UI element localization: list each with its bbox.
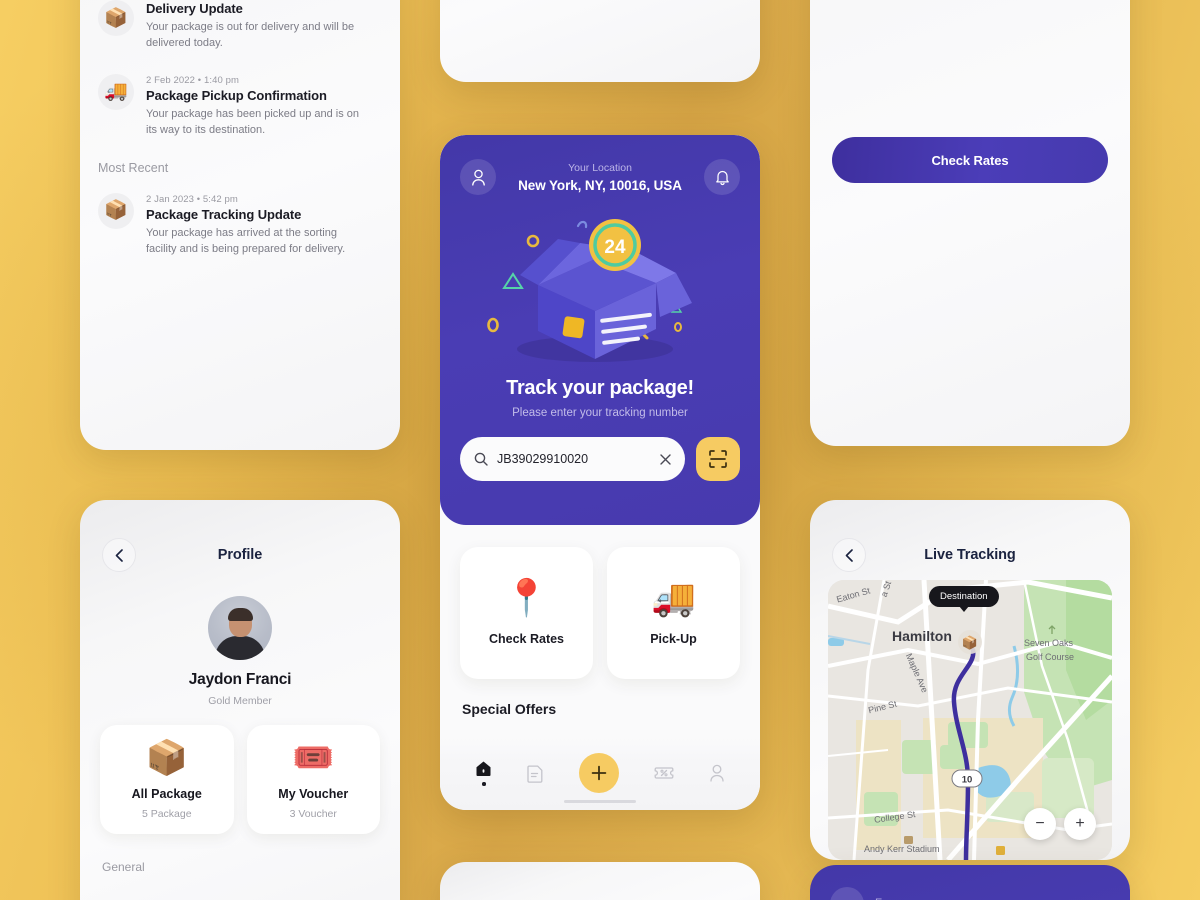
- tile-subtitle: 3 Voucher: [289, 808, 337, 820]
- notification-item[interactable]: 📦 2 Jan 2023 • 5:42 pm Package Tracking …: [98, 192, 382, 258]
- hero-subheading: Please enter your tracking number: [512, 407, 688, 419]
- general-section-label: General: [102, 860, 145, 874]
- svg-text:24: 24: [604, 237, 626, 258]
- bell-icon: [715, 170, 729, 185]
- package-box-icon: 📦: [98, 0, 134, 36]
- location-display[interactable]: Your Location New York, NY, 10016, USA: [496, 162, 704, 193]
- right-column: 52 East 98th Street, New… Drop Off - Poi…: [810, 0, 1130, 900]
- tab-home[interactable]: [475, 760, 492, 786]
- delivery-truck-icon: 🚚: [98, 73, 134, 110]
- map-place-label: Golf Course: [1026, 652, 1075, 662]
- profile-button[interactable]: [460, 159, 496, 195]
- membership-badge: Gold Member: [208, 695, 272, 707]
- scan-qr-button[interactable]: [696, 437, 740, 481]
- tab-vouchers[interactable]: [654, 765, 674, 781]
- notification-item[interactable]: 📦 Delivery Update Your package is out fo…: [98, 0, 382, 52]
- package-box-icon: 📦: [145, 739, 188, 777]
- back-button[interactable]: [832, 538, 866, 572]
- notification-description: Your package has arrived at the sorting …: [146, 226, 346, 255]
- tile-subtitle: 5 Package: [141, 808, 192, 820]
- profile-card: Profile Jaydon Franci Gold Member 📦 All …: [80, 500, 400, 900]
- live-tracking-header: Live Tracking: [810, 500, 1130, 574]
- map-place-label: Seven Oaks: [1024, 638, 1074, 648]
- zoom-in-button[interactable]: +: [1064, 808, 1096, 840]
- tracking-home-card: Your Location New York, NY, 10016, USA 2…: [440, 135, 760, 810]
- voucher-icon: [654, 767, 674, 779]
- notification-timestamp: 2 Feb 2022 • 1:40 pm: [146, 74, 239, 86]
- tracking-hero: Your Location New York, NY, 10016, USA 2…: [440, 135, 760, 525]
- live-tracking-card: Live Tracking 10 📦 Eaton St a St Maple A…: [810, 500, 1130, 860]
- close-icon[interactable]: [660, 453, 671, 465]
- notification-title: Package Pickup Confirmation: [146, 87, 327, 103]
- tab-profile[interactable]: [709, 764, 725, 782]
- notification-title: Delivery Update: [146, 1, 243, 16]
- my-voucher-tile[interactable]: 🎟️ My Voucher 3 Voucher: [246, 725, 380, 834]
- center-column: Your Location New York, NY, 10016, USA 2…: [440, 0, 760, 900]
- svg-text:📦: 📦: [962, 635, 978, 650]
- quick-actions: 📍 Check Rates 🚚 Pick-Up: [440, 525, 760, 679]
- tile-title: My Voucher: [278, 787, 349, 801]
- notifications-button[interactable]: [704, 159, 740, 195]
- tab-orders[interactable]: [527, 764, 544, 783]
- home-icon: [476, 761, 491, 777]
- scan-qr-icon: [709, 450, 727, 468]
- delivery-truck-icon: 🚚: [651, 577, 696, 618]
- tile-title: All Package: [131, 787, 202, 801]
- special-offers-label: Special Offers: [462, 701, 557, 717]
- quick-action-label: Check Rates: [488, 632, 565, 646]
- location-circle-icon: [830, 887, 864, 900]
- check-rates-action[interactable]: 📍 Check Rates: [460, 547, 593, 679]
- map-place-label: Andy Kerr Stadium: [864, 844, 940, 854]
- location-pin-icon: 📍: [504, 577, 549, 618]
- person-icon: [709, 764, 724, 782]
- avatar[interactable]: [208, 596, 272, 660]
- document-icon: [527, 764, 543, 783]
- check-rates-card: 52 East 98th Street, New… Drop Off - Poi…: [810, 0, 1130, 446]
- profile-header: Profile: [80, 500, 400, 574]
- search-input[interactable]: JB39029910020: [460, 437, 685, 481]
- notification-title: Package Tracking Update: [146, 206, 302, 222]
- pickup-action[interactable]: 🚚 Pick-Up: [607, 547, 740, 679]
- tracking-search-row: JB39029910020: [460, 437, 740, 481]
- plus-icon: [591, 765, 607, 781]
- quick-action-label: Pick-Up: [650, 632, 697, 646]
- location-value: New York, NY, 10016, USA: [518, 177, 682, 193]
- search-icon: [474, 452, 488, 466]
- chevron-left-icon: [115, 548, 123, 562]
- user-icon: [471, 169, 485, 186]
- home-indicator: [564, 799, 636, 803]
- chevron-left-icon: [845, 548, 853, 562]
- search-value: JB39029910020: [497, 452, 589, 466]
- hero-heading: Track your package!: [506, 377, 694, 399]
- profile-name: Jaydon Franci: [188, 671, 292, 688]
- destination-badge: Destination: [929, 586, 999, 607]
- all-package-tile[interactable]: 📦 All Package 5 Package: [100, 725, 234, 834]
- zoom-out-button[interactable]: −: [1024, 808, 1056, 840]
- from-panel-card: From: [810, 865, 1130, 900]
- top-peek-card: [440, 0, 760, 82]
- map-view[interactable]: 10 📦 Eaton St a St Maple Ave Pine St Sev…: [828, 580, 1112, 860]
- voucher-percent-icon: 🎟️: [292, 739, 335, 777]
- package-check-icon: 📦: [98, 192, 134, 229]
- bottom-tab-bar: [440, 736, 760, 810]
- location-label: Your Location: [568, 161, 632, 174]
- svg-text:10: 10: [962, 775, 973, 786]
- profile-tiles: 📦 All Package 5 Package 🎟️ My Voucher 3 …: [80, 707, 400, 834]
- add-button[interactable]: [578, 753, 619, 793]
- notification-item[interactable]: 🚚 2 Feb 2022 • 1:40 pm Package Pickup Co…: [98, 73, 382, 139]
- notification-description: Your package is out for delivery and wil…: [146, 21, 355, 49]
- bottom-peek-card: [440, 862, 760, 900]
- notification-description: Your package has been picked up and is o…: [146, 107, 360, 136]
- section-header-most-recent: Most Recent: [98, 160, 169, 175]
- map-city-label: Hamilton: [892, 628, 952, 644]
- hero-top-bar: Your Location New York, NY, 10016, USA: [460, 159, 740, 195]
- active-tab-indicator: [482, 782, 486, 786]
- notifications-card: 📦 Delivery Update Your package is out fo…: [80, 0, 400, 450]
- check-rates-submit-button[interactable]: Check Rates: [832, 137, 1108, 183]
- notification-timestamp: 2 Jan 2023 • 5:42 pm: [146, 193, 238, 205]
- back-button[interactable]: [102, 538, 136, 572]
- parcel-illustration: 24: [460, 199, 740, 377]
- left-column: 📦 Delivery Update Your package is out fo…: [80, 0, 400, 900]
